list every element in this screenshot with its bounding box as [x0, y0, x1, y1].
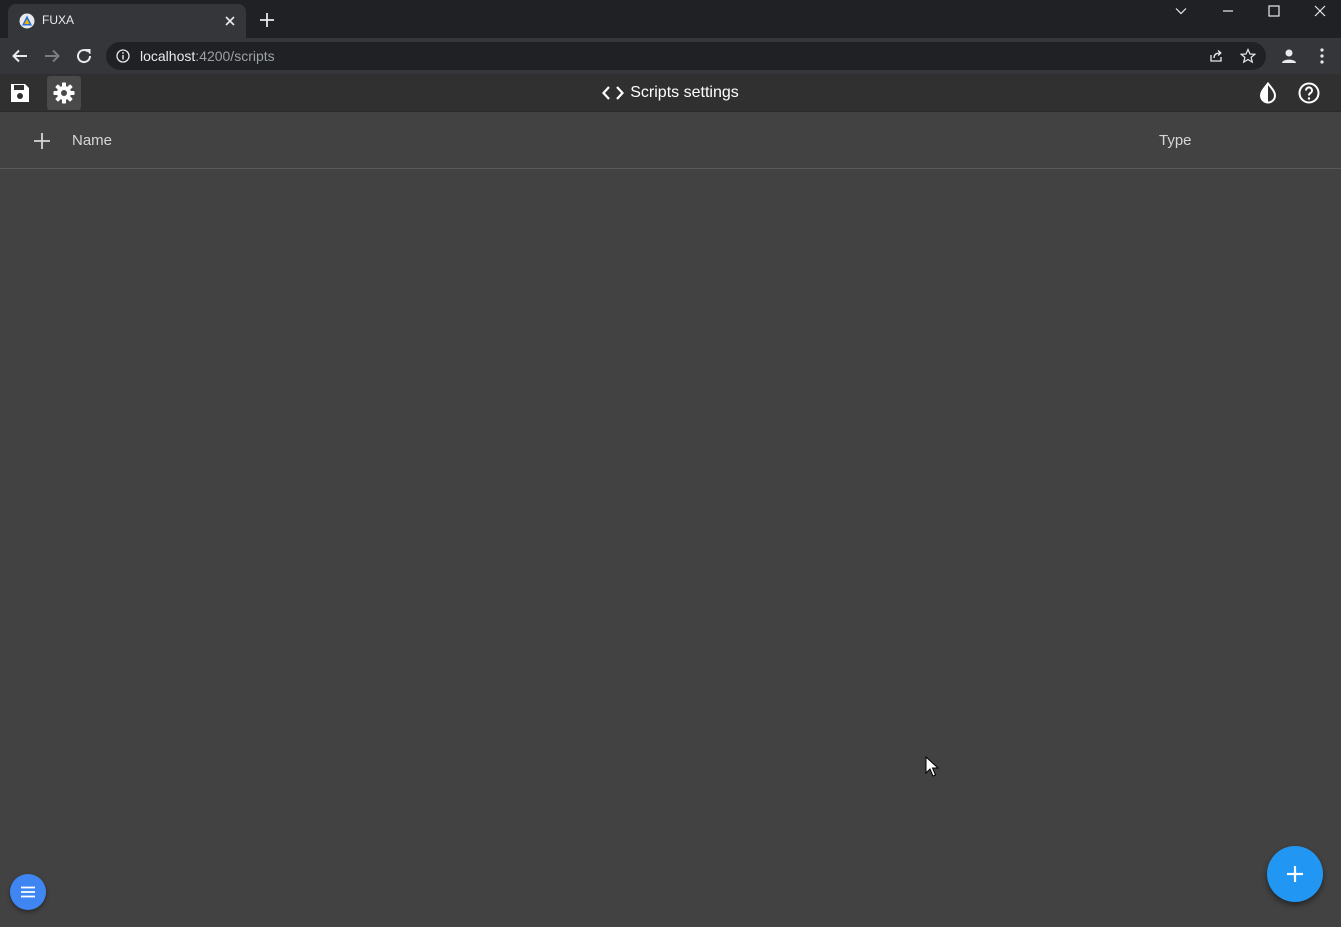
- save-icon[interactable]: [8, 81, 32, 105]
- share-icon[interactable]: [1208, 48, 1224, 64]
- browser-toolbar: localhost:4200/scripts: [0, 38, 1341, 74]
- help-icon[interactable]: [1297, 81, 1321, 105]
- browser-tab[interactable]: FUXA: [8, 4, 246, 38]
- page-title: Scripts settings: [0, 74, 1341, 112]
- tab-title: FUXA: [42, 13, 75, 27]
- browser-tabstrip: FUXA: [0, 0, 1341, 38]
- minimize-button[interactable]: [1205, 0, 1251, 22]
- maximize-button[interactable]: [1251, 0, 1297, 22]
- bookmark-star-icon[interactable]: [1240, 48, 1256, 64]
- tab-search-button[interactable]: [1158, 0, 1204, 22]
- app-header: Scripts settings: [0, 74, 1341, 112]
- maximize-icon: [1268, 5, 1280, 17]
- main-menu-button[interactable]: [10, 874, 46, 910]
- theme-toggle-icon[interactable]: [1256, 81, 1280, 105]
- reload-icon[interactable]: [74, 46, 94, 66]
- add-script-icon[interactable]: [31, 130, 53, 152]
- url-path: :4200/scripts: [195, 48, 275, 64]
- code-icon: [602, 86, 625, 100]
- url-host: localhost: [140, 48, 196, 64]
- mouse-cursor-icon: [925, 756, 939, 777]
- browser-menu-icon[interactable]: [1315, 47, 1329, 65]
- chevron-down-icon: [1175, 8, 1187, 15]
- fuxa-logo-icon: [19, 13, 35, 29]
- plus-icon: [1287, 866, 1303, 882]
- add-script-fab[interactable]: [1267, 846, 1323, 902]
- close-window-button[interactable]: [1297, 0, 1341, 22]
- gear-icon: [53, 82, 75, 104]
- address-bar[interactable]: localhost:4200/scripts: [106, 42, 1266, 70]
- info-icon[interactable]: [116, 49, 130, 63]
- page-title-text: Scripts settings: [630, 84, 739, 101]
- close-icon: [1314, 5, 1326, 17]
- scripts-table-header: Name Type: [0, 112, 1341, 169]
- settings-button[interactable]: [47, 76, 81, 110]
- forward-arrow-icon[interactable]: [42, 46, 62, 66]
- close-tab-icon[interactable]: [222, 13, 238, 29]
- column-header-type[interactable]: Type: [1159, 132, 1192, 149]
- url-text: localhost:4200/scripts: [140, 48, 275, 64]
- new-tab-icon[interactable]: [258, 11, 276, 29]
- minimize-icon: [1223, 10, 1233, 12]
- column-header-name[interactable]: Name: [72, 132, 112, 149]
- profile-icon[interactable]: [1280, 47, 1298, 65]
- back-arrow-icon[interactable]: [10, 46, 30, 66]
- menu-icon: [21, 886, 35, 898]
